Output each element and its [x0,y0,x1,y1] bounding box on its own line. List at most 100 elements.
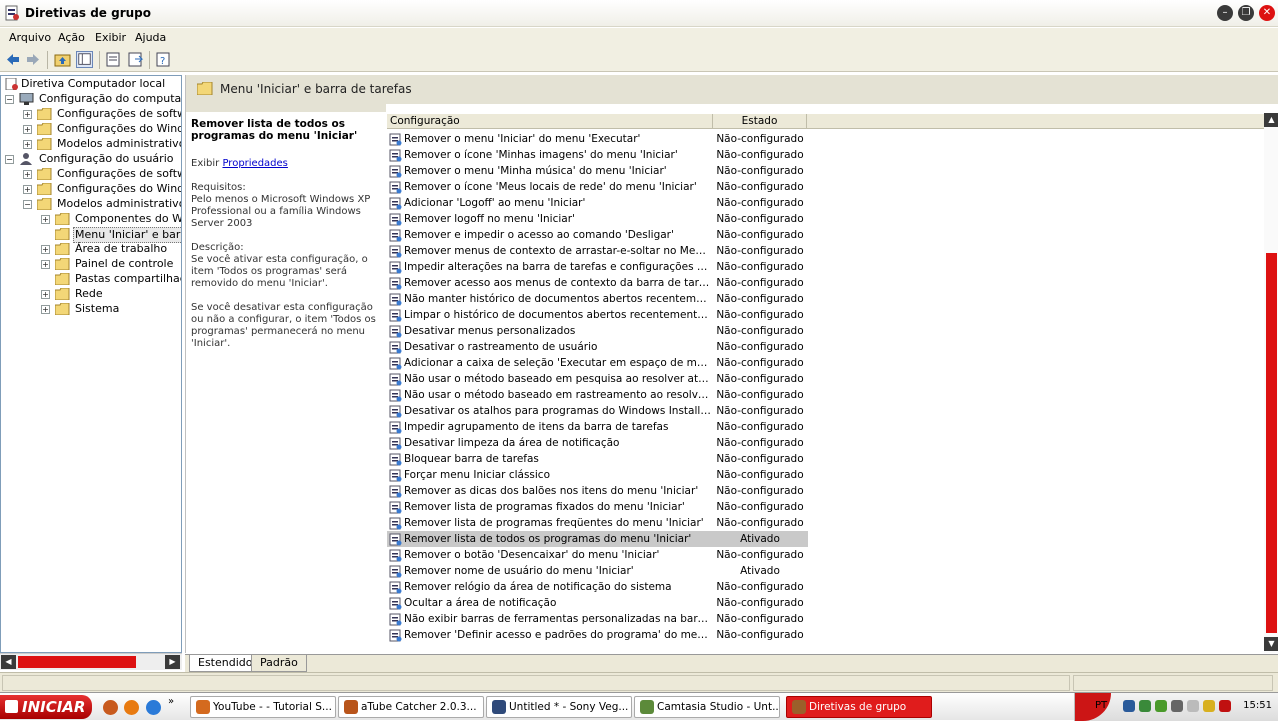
expand-icon[interactable]: + [23,110,32,119]
expand-icon[interactable]: + [41,290,50,299]
table-row[interactable]: Remover o ícone 'Meus locais de rede' do… [387,179,808,195]
table-row[interactable]: Remover lista de todos os programas do m… [387,531,808,547]
tray-app-icon[interactable] [1139,700,1151,712]
close-button[interactable]: ✕ [1259,5,1275,21]
minimize-button[interactable]: – [1217,5,1233,21]
clock[interactable]: 15:51 [1243,700,1272,711]
maximize-button[interactable]: ❐ [1238,5,1254,21]
toolbar-separator [99,51,100,69]
content-pane: Menu 'Iniciar' e barra de tarefas Remove… [185,75,1278,653]
menu-exibir[interactable]: Exibir [95,31,126,44]
table-row[interactable]: Remover lista de programas freqüentes do… [387,515,808,531]
setting-name: Remover nome de usuário do menu 'Iniciar… [404,565,634,577]
taskbar-window-button[interactable]: Diretivas de grupo [786,696,932,718]
table-row[interactable]: Remover o botão 'Desencaixar' do menu 'I… [387,547,808,563]
scroll-down-icon[interactable]: ▼ [1264,637,1278,651]
tree-horizontal-scrollbar[interactable]: ◀ ▶ [0,653,182,670]
column-header-config[interactable]: Configuração [387,114,713,129]
table-row[interactable]: Forçar menu Iniciar clássico Não-configur… [387,467,808,483]
forward-arrow-icon[interactable] [25,51,42,68]
show-hide-tree-icon[interactable] [76,51,93,68]
collapse-icon[interactable]: − [5,155,14,164]
table-row[interactable]: Desativar o rastreamento de usuário Não-c… [387,339,808,355]
properties-icon[interactable] [105,51,122,68]
menu-arquivo[interactable]: Arquivo [9,31,51,44]
properties-link[interactable]: Propriedades [222,158,287,169]
collapse-icon[interactable]: − [5,95,14,104]
scroll-left-icon[interactable]: ◀ [1,655,16,669]
table-row[interactable]: Desativar os atalhos para programas do W… [387,403,808,419]
menu-bar: Arquivo Ação Exibir Ajuda [0,28,1278,48]
expand-icon[interactable]: + [23,185,32,194]
menu-acao[interactable]: Ação [58,31,85,44]
list-vertical-scrollbar[interactable]: ▲ ▼ [1264,113,1278,653]
tray-r-icon[interactable] [1155,700,1167,712]
up-folder-icon[interactable] [54,51,71,68]
firefox-icon[interactable] [103,700,118,715]
table-row[interactable]: Bloquear barra de tarefas Não-configurado [387,451,808,467]
tray-volume-icon[interactable] [1187,700,1199,712]
media-player-icon[interactable] [124,700,139,715]
setting-name: Remover logoff no menu 'Iniciar' [404,213,575,225]
collapse-icon[interactable]: − [23,200,32,209]
language-indicator[interactable]: PT [1095,700,1107,711]
setting-state: Não-configurado [716,213,804,225]
table-row[interactable]: Não manter histórico de documentos abert… [387,291,808,307]
menu-ajuda[interactable]: Ajuda [135,31,166,44]
table-row[interactable]: Desativar menus personalizados Não-config… [387,323,808,339]
table-row[interactable]: Remover acesso aos menus de contexto da … [387,275,808,291]
taskbar-window-button[interactable]: Untitled * - Sony Veg... [486,696,632,718]
expand-icon[interactable]: + [41,260,50,269]
table-row[interactable]: Adicionar 'Logoff' ao menu 'Iniciar' Não-… [387,195,808,211]
tray-antivirus-icon[interactable] [1219,700,1231,712]
table-row[interactable]: Remover as dicas dos balões nos itens do… [387,483,808,499]
internet-explorer-icon[interactable] [146,700,161,715]
expand-icon[interactable]: + [23,140,32,149]
tray-network-icon[interactable] [1123,700,1135,712]
column-header-state[interactable]: Estado [713,114,807,129]
expand-icon[interactable]: + [23,170,32,179]
table-row[interactable]: Impedir agrupamento de itens da barra de… [387,419,808,435]
help-icon[interactable]: ? [155,51,172,68]
expand-icon[interactable]: + [41,245,50,254]
table-row[interactable]: Limpar o histórico de documentos abertos… [387,307,808,323]
table-row[interactable]: Adicionar a caixa de seleção 'Executar e… [387,355,808,371]
table-row[interactable]: Não exibir barras de ferramentas persona… [387,611,808,627]
table-row[interactable]: Remover lista de programas fixados do me… [387,499,808,515]
table-row[interactable]: Remover 'Definir acesso e padrões do pro… [387,627,808,643]
expand-icon[interactable]: + [41,305,50,314]
table-row[interactable]: Não usar o método baseado em pesquisa ao… [387,371,808,387]
table-row[interactable]: Remover relógio da área de notificação d… [387,579,808,595]
taskbar-window-button[interactable]: aTube Catcher 2.0.3... [338,696,484,718]
table-row[interactable]: Remover o ícone 'Minhas imagens' do menu… [387,147,808,163]
scroll-up-icon[interactable]: ▲ [1264,113,1278,127]
more-quicklaunch-icon[interactable]: » [168,696,174,707]
tab-standard[interactable]: Padrão [251,655,307,672]
table-row[interactable]: Impedir alterações na barra de tarefas e… [387,259,808,275]
table-row[interactable]: Remover e impedir o acesso ao comando 'D… [387,227,808,243]
table-row[interactable]: Remover logoff no menu 'Iniciar' Não-conf… [387,211,808,227]
table-row[interactable]: Remover nome de usuário do menu 'Iniciar… [387,563,808,579]
table-row[interactable]: Ocultar a área de notificação Não-configu… [387,595,808,611]
tray-sync-icon[interactable] [1171,700,1183,712]
back-arrow-icon[interactable] [4,51,21,68]
scroll-right-icon[interactable]: ▶ [165,655,180,669]
table-row[interactable]: Desativar limpeza da área de notificação… [387,435,808,451]
expand-icon[interactable]: + [23,125,32,134]
scrollbar-thumb[interactable] [18,656,136,668]
table-row[interactable]: Não usar o método baseado em rastreament… [387,387,808,403]
tree-label: Sistema [75,302,120,315]
table-row[interactable]: Remover o menu 'Iniciar' do menu 'Execut… [387,131,808,147]
start-button[interactable]: INICIAR [0,695,92,719]
table-row[interactable]: Remover o menu 'Minha música' do menu 'I… [387,163,808,179]
setting-state: Não-configurado [716,549,804,561]
taskbar-window-button[interactable]: Camtasia Studio - Unt... [634,696,780,718]
taskbar-window-button[interactable]: YouTube - - Tutorial S... [190,696,336,718]
export-list-icon[interactable] [127,51,144,68]
table-row[interactable]: Remover menus de contexto de arrastar-e-… [387,243,808,259]
requirements-block: Requisitos: Pelo menos o Microsoft Windo… [191,182,381,230]
tray-shield-icon[interactable] [1203,700,1215,712]
scrollbar-thumb[interactable] [1266,253,1277,633]
expand-icon[interactable]: + [41,215,50,224]
setting-state: Não-configurado [716,277,804,289]
